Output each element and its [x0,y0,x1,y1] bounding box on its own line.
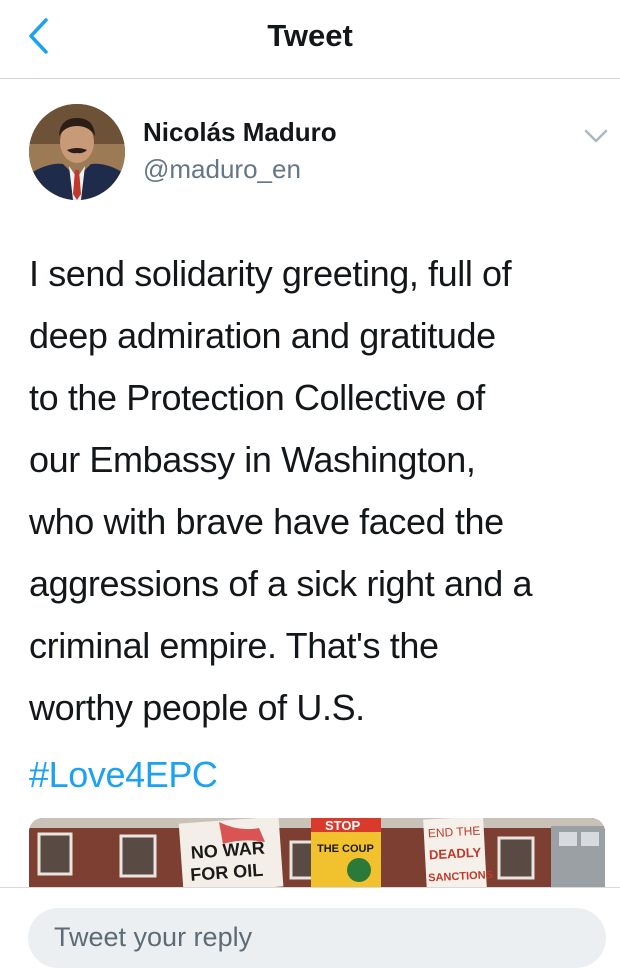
more-options-button[interactable] [580,124,612,148]
page-title: Tweet [267,18,353,53]
tweet-line: I send solidarity greeting, full of [29,253,512,294]
avatar[interactable] [29,104,125,200]
protest-photo: NO WAR FOR OIL STOP THE COUP END THE DEA… [29,818,605,890]
author-name[interactable]: Nicolás Maduro [143,117,337,148]
sign-text: STOP [325,818,360,833]
tweet-line: worthy people of U.S. [29,687,365,728]
tweet-line: deep admiration and gratitude [29,315,496,356]
navigation-bar: Tweet [0,0,620,79]
tweet-line: our Embassy in Washington, [29,439,476,480]
sign-text: DEADLY [429,845,482,863]
reply-placeholder: Tweet your reply [54,922,253,952]
author-handle[interactable]: @maduro_en [143,154,301,185]
tweet-line: aggressions of a sick right and a [29,563,533,604]
tweet-line: who with brave have faced the [29,501,504,542]
media-image[interactable]: NO WAR FOR OIL STOP THE COUP END THE DEA… [29,818,605,890]
chevron-down-icon [584,129,608,143]
tweet-line: criminal empire. That's the [29,625,439,666]
avatar-photo [29,104,125,200]
hashtag-link[interactable]: #Love4EPC [29,744,218,806]
sign-text: THE COUP [317,843,374,855]
sign-text: END THE [428,824,481,841]
tweet-line: to the Protection Collective of [29,377,485,418]
tweet-text: I send solidarity greeting, full of deep… [29,243,614,739]
